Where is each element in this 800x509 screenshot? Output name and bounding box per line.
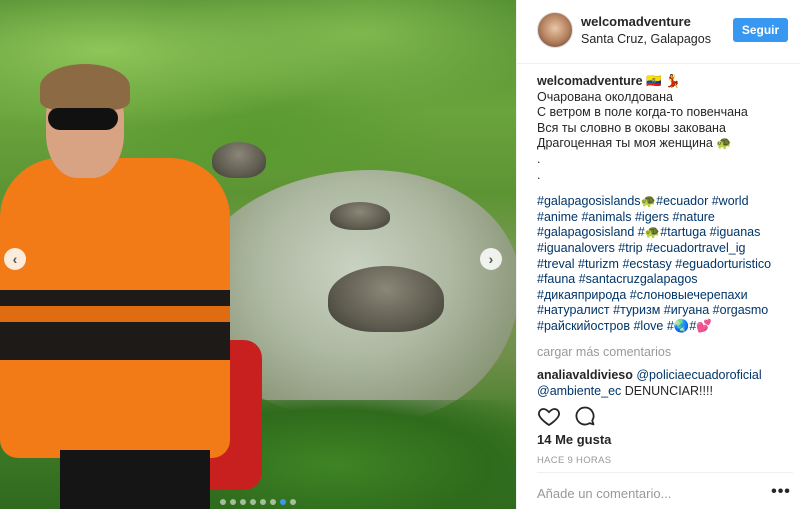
comment-input[interactable]: [537, 483, 757, 503]
likes-count[interactable]: 14 Me gusta: [537, 432, 611, 447]
hashtag-line[interactable]: #дикаяприрода #слоновыечерепахи: [537, 288, 793, 304]
person: [0, 60, 262, 509]
post-timestamp: HACE 9 HORAS: [537, 455, 612, 466]
carousel-dot: [290, 499, 296, 505]
avatar[interactable]: [537, 12, 573, 48]
header-username[interactable]: welcomadventure: [581, 14, 691, 29]
comment-text: DENUNCIAR!!!!: [621, 383, 713, 398]
comment-item: analiavaldivieso @policiaecuadoroficial …: [537, 368, 793, 398]
hashtag-line[interactable]: #galapagosisland #🐢#tartuga #iguanas: [537, 225, 793, 241]
comments-section[interactable]: welcomadventure 🇪🇨 💃 Очарована околдован…: [537, 74, 793, 398]
more-options-button[interactable]: •••: [769, 483, 793, 503]
chevron-left-icon: ‹: [12, 251, 18, 267]
follow-button[interactable]: Seguir: [733, 18, 788, 42]
hashtag-line[interactable]: #galapagosislands🐢#ecuador #world: [537, 194, 793, 210]
header-location[interactable]: Santa Cruz, Galapagos: [581, 32, 721, 46]
caption-line: Вся ты словно в оковы закована: [537, 120, 726, 135]
carousel-dot: [230, 499, 236, 505]
post-side-panel: welcomadventure Santa Cruz, Galapagos Se…: [516, 0, 800, 509]
caption-line: .: [537, 151, 541, 166]
tortoise: [328, 266, 444, 346]
caption-header: welcomadventure 🇪🇨 💃: [537, 74, 793, 90]
carousel-prev-button[interactable]: ‹: [4, 248, 26, 270]
carousel-indicator: [0, 499, 516, 505]
heart-icon[interactable]: [537, 404, 561, 428]
carousel-dot: [250, 499, 256, 505]
hashtag-line[interactable]: #anime #animals #igers #nature: [537, 210, 793, 226]
carousel-dot: [220, 499, 226, 505]
load-more-comments-link[interactable]: cargar más comentarios: [537, 345, 793, 361]
hair: [40, 64, 130, 110]
comment-username[interactable]: analiavaldivieso: [537, 368, 633, 382]
carousel-dot: [240, 499, 246, 505]
hashtag-line[interactable]: #натуралист #туризм #игуана #orgasmo: [537, 303, 793, 319]
carousel-next-button[interactable]: ›: [480, 248, 502, 270]
sunglasses: [48, 108, 118, 130]
caption-username[interactable]: welcomadventure: [537, 74, 643, 88]
hashtags: #galapagosislands🐢#ecuador #world #anime…: [537, 194, 793, 334]
sweater-stripe-accent: [0, 306, 230, 322]
caption-line: .: [537, 167, 541, 182]
hashtag-line[interactable]: #fauna #santacruzgalapagos: [537, 272, 793, 288]
tortoise: [330, 202, 390, 234]
caption-line: Очарована околдована: [537, 89, 673, 104]
hashtag-line[interactable]: #treval #turizm #ecstasy #eguadorturisti…: [537, 257, 793, 273]
speech-bubble-icon[interactable]: [573, 404, 597, 428]
caption-line: Драгоценная ты моя женщина 🐢: [537, 136, 732, 151]
hashtag-line[interactable]: #iguanalovers #trip #ecuadortravel_ig: [537, 241, 793, 257]
post-header: welcomadventure Santa Cruz, Galapagos Se…: [517, 0, 800, 64]
chevron-right-icon: ›: [488, 251, 494, 267]
caption-emoji: 🇪🇨 💃: [642, 74, 681, 88]
carousel-dot: [270, 499, 276, 505]
carousel-dot: [260, 499, 266, 505]
post-photo[interactable]: ‹ ›: [0, 0, 516, 509]
hashtag-line[interactable]: #райскийостров #love #🌏#💕: [537, 319, 793, 335]
caption-line: С ветром в поле когда-то повенчана: [537, 105, 748, 120]
carousel-dot: [280, 499, 286, 505]
post-actions: [517, 398, 800, 432]
sweater-stripe: [0, 290, 230, 360]
add-comment-section: •••: [537, 472, 793, 509]
